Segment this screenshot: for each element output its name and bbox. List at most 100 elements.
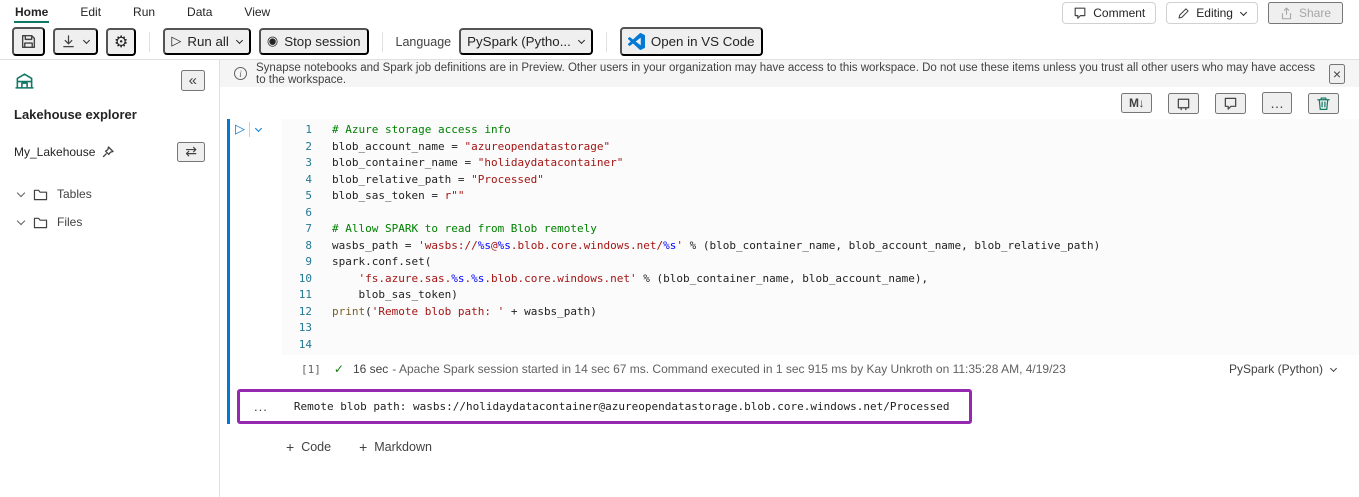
lakehouse-item[interactable]: My_Lakehouse ⇄ xyxy=(14,142,205,162)
comment-button[interactable]: Comment xyxy=(1062,2,1156,24)
code-text: spark.conf.set( xyxy=(332,254,431,271)
line-number: 10 xyxy=(282,271,312,288)
line-number: 9 xyxy=(282,254,312,271)
close-icon[interactable]: × xyxy=(1329,64,1345,84)
code-line[interactable]: 12 print('Remote blob path: ' + wasbs_pat… xyxy=(282,304,1351,321)
vscode-icon xyxy=(628,33,645,50)
gear-icon: ⚙ xyxy=(114,34,128,50)
editing-mode-label: Editing xyxy=(1196,6,1233,20)
menu-item-data[interactable]: Data xyxy=(186,3,213,23)
execution-count: [1] xyxy=(301,363,321,376)
notebook-toolbar: ⚙ ▷ Run all ◉ Stop session Language PySp… xyxy=(0,24,1359,60)
sidebar-item-files[interactable]: Files xyxy=(14,208,205,236)
convert-to-markdown-button[interactable]: M↓ xyxy=(1121,93,1152,113)
export-button[interactable] xyxy=(53,28,98,55)
code-line[interactable]: 2blob_account_name = "azureopendatastora… xyxy=(282,139,1351,156)
line-number: 7 xyxy=(282,221,312,238)
code-editor[interactable]: 1# Azure storage access info2blob_accoun… xyxy=(282,119,1359,355)
code-line[interactable]: 10 'fs.azure.sas.%s.%s.blob.core.windows… xyxy=(282,271,1351,288)
tree-item-label: Tables xyxy=(57,187,92,201)
add-code-label: Code xyxy=(301,440,331,454)
plus-icon: + xyxy=(286,440,294,454)
code-line[interactable]: 3blob_container_name = "holidaydataconta… xyxy=(282,155,1351,172)
sidebar-title: Lakehouse explorer xyxy=(14,107,205,122)
code-line[interactable]: 11 blob_sas_token) xyxy=(282,287,1351,304)
toolbar-divider xyxy=(606,32,607,52)
folder-icon xyxy=(33,216,48,229)
code-line[interactable]: 6 xyxy=(282,205,1351,222)
code-line[interactable]: 5 blob_sas_token = r"" xyxy=(282,188,1351,205)
menu-item-edit[interactable]: Edit xyxy=(79,3,102,23)
line-number: 8 xyxy=(282,238,312,255)
chevron-down-icon xyxy=(236,37,243,44)
code-line[interactable]: 4blob_relative_path = "Processed" xyxy=(282,172,1351,189)
menu-item-home[interactable]: Home xyxy=(14,3,49,23)
line-number: 4 xyxy=(282,172,312,189)
open-in-vscode-button[interactable]: Open in VS Code xyxy=(620,27,763,56)
chevron-down-icon xyxy=(17,216,25,224)
code-line[interactable]: 14 xyxy=(282,337,1351,354)
body: « Lakehouse explorer My_Lakehouse ⇄ Tabl… xyxy=(0,60,1359,497)
code-line[interactable]: 7 # Allow SPARK to read from Blob remotel… xyxy=(282,221,1351,238)
line-number: 12 xyxy=(282,304,312,321)
menubar-right: Comment Editing Share xyxy=(1062,2,1349,24)
kernel-selector[interactable]: PySpark (Python) xyxy=(1229,362,1359,376)
code-text: blob_sas_token = r"" xyxy=(332,188,464,205)
sidebar-item-tables[interactable]: Tables xyxy=(14,180,205,208)
code-text: # Allow SPARK to read from Blob remotely xyxy=(332,221,597,238)
pin-icon[interactable] xyxy=(102,146,114,158)
switch-lakehouse-icon[interactable]: ⇄ xyxy=(177,142,205,162)
code-line[interactable]: 1# Azure storage access info xyxy=(282,122,1351,139)
cell-output-highlighted: ... Remote blob path: wasbs://holidaydat… xyxy=(237,389,972,424)
line-number: 6 xyxy=(282,205,312,222)
add-markdown-cell-button[interactable]: + Markdown xyxy=(359,440,432,454)
toolbar-divider xyxy=(382,32,383,52)
run-cell-button[interactable]: ▷ xyxy=(235,123,245,136)
line-number: 11 xyxy=(282,287,312,304)
language-selector[interactable]: PySpark (Pytho... xyxy=(459,28,593,55)
settings-button[interactable]: ⚙ xyxy=(106,28,136,56)
toolbar-divider xyxy=(149,32,150,52)
more-options-icon[interactable]: … xyxy=(1262,92,1292,114)
stop-session-button[interactable]: ◉ Stop session xyxy=(259,28,369,55)
comment-icon xyxy=(1073,6,1087,20)
add-code-cell-button[interactable]: + Code xyxy=(286,440,331,454)
code-line[interactable]: 9 spark.conf.set( xyxy=(282,254,1351,271)
lakehouse-explorer-sidebar: « Lakehouse explorer My_Lakehouse ⇄ Tabl… xyxy=(0,60,220,497)
collapse-sidebar-button[interactable]: « xyxy=(181,70,205,91)
code-line[interactable]: 13 xyxy=(282,320,1351,337)
line-number: 14 xyxy=(282,337,312,354)
code-lines: 1# Azure storage access info2blob_accoun… xyxy=(282,122,1351,353)
cell-status-bar: [1] ✓ 16 sec - Apache Spark session star… xyxy=(235,362,1359,376)
delete-cell-icon[interactable] xyxy=(1308,93,1339,114)
share-button[interactable]: Share xyxy=(1268,2,1343,24)
language-value: PySpark (Pytho... xyxy=(467,34,571,49)
menu-bar: Home Edit Run Data View Comment Editing … xyxy=(0,0,1359,24)
menu-item-run[interactable]: Run xyxy=(132,3,156,23)
output-options-button[interactable]: ... xyxy=(254,403,268,411)
line-number: 5 xyxy=(282,188,312,205)
chevron-down-icon xyxy=(1330,364,1337,371)
info-icon: i xyxy=(234,67,247,80)
code-text: blob_sas_token) xyxy=(332,287,458,304)
snapshot-icon[interactable] xyxy=(1168,93,1199,114)
execution-duration: 16 sec xyxy=(353,362,388,376)
save-button[interactable] xyxy=(12,27,45,56)
run-all-button[interactable]: ▷ Run all xyxy=(163,28,251,55)
stop-session-label: Stop session xyxy=(284,34,360,49)
share-icon xyxy=(1280,7,1293,20)
open-in-vscode-label: Open in VS Code xyxy=(651,34,755,49)
code-line[interactable]: 8wasbs_path = 'wasbs://%s@%s.blob.core.w… xyxy=(282,238,1351,255)
run-options-chevron-icon[interactable] xyxy=(255,125,262,132)
line-number: 13 xyxy=(282,320,312,337)
cell-comment-icon[interactable] xyxy=(1215,93,1246,114)
run-all-label: Run all xyxy=(187,34,229,49)
editing-mode-button[interactable]: Editing xyxy=(1166,2,1258,24)
tree-item-label: Files xyxy=(57,215,82,229)
menu-item-view[interactable]: View xyxy=(243,3,271,23)
execution-detail: - Apache Spark session started in 14 sec… xyxy=(392,362,1065,376)
plus-icon: + xyxy=(359,440,367,454)
code-text: blob_account_name = "azureopendatastorag… xyxy=(332,139,610,156)
code-text: print('Remote blob path: ' + wasbs_path) xyxy=(332,304,597,321)
code-cell: ▷ 1# Azure storage access info2blob_acco… xyxy=(227,119,1359,424)
